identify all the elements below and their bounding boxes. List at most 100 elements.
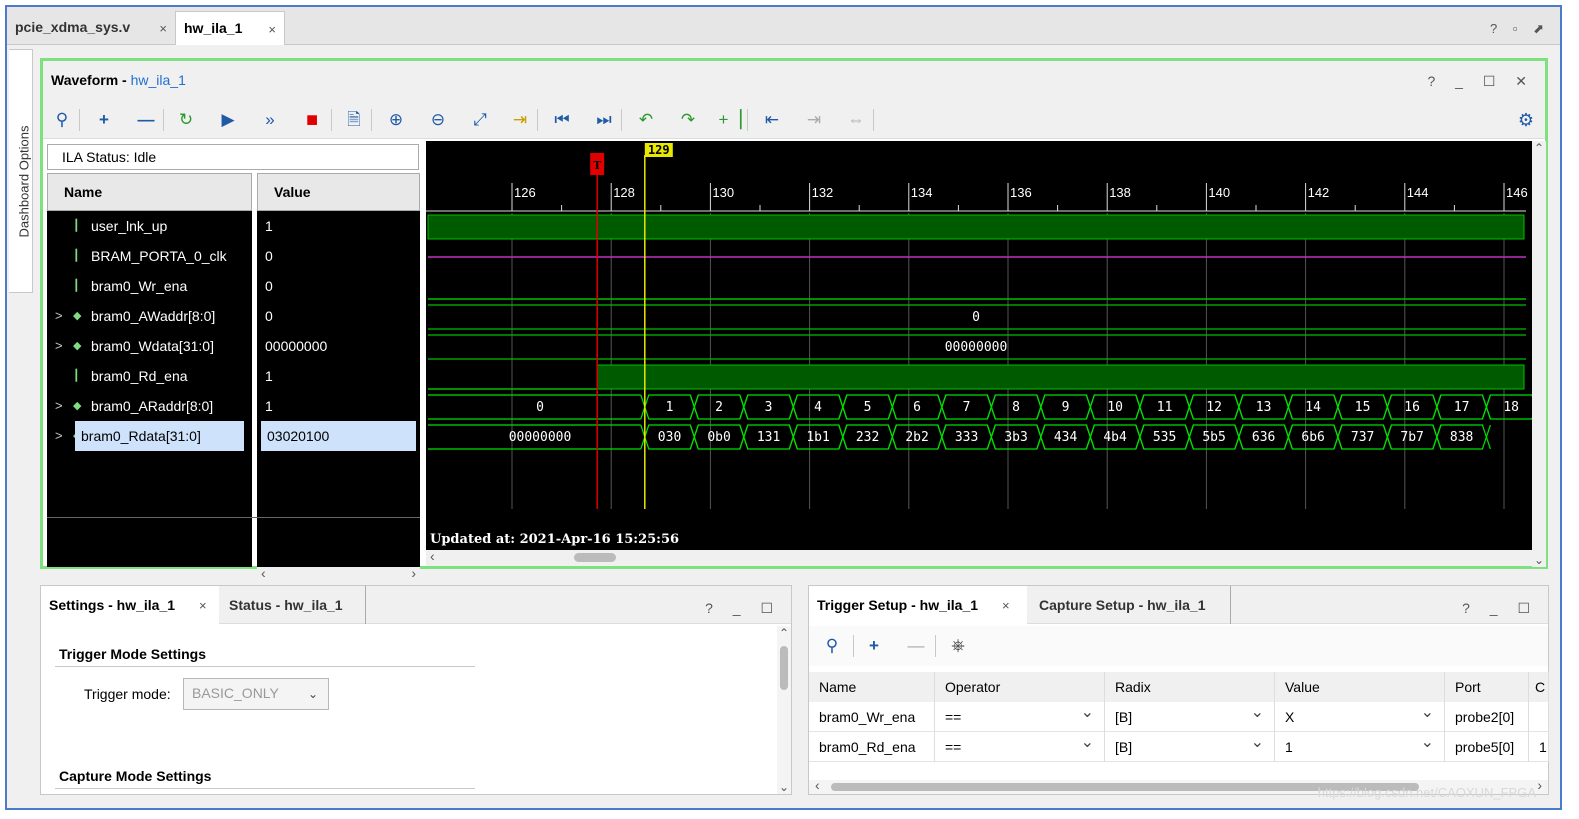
signal-row[interactable]: >◆bram0_Rdata[31:0] [47, 421, 252, 451]
scroll-thumb[interactable] [574, 553, 616, 562]
close-icon[interactable]: × [268, 22, 276, 37]
expand-arrow-icon[interactable]: > [55, 421, 63, 451]
signal-value-row[interactable]: 0 [257, 241, 420, 271]
signal-name: BRAM_PORTA_0_clk [91, 248, 227, 264]
remove-icon[interactable]: — [903, 633, 929, 659]
add-icon[interactable]: + [91, 107, 117, 133]
scroll-right-icon[interactable]: › [1537, 777, 1542, 793]
signal-value-row[interactable]: 0 [257, 271, 420, 301]
signal-row[interactable]: ┃ bram0_Rd_ena [47, 361, 252, 391]
prev-transition-icon[interactable]: ↶ [633, 107, 659, 133]
signal-value-row[interactable]: 1 [257, 211, 420, 241]
trigger-row[interactable]: bram0_Wr_ena == ⌄ [B] ⌄ X ⌄ probe2[0] [809, 702, 1549, 732]
auto-rerun-icon[interactable]: ↻ [173, 107, 199, 133]
signal-value-row[interactable]: 1 [257, 361, 420, 391]
tab-status[interactable]: Status - hw_ila_1 [221, 586, 366, 624]
panel-controls[interactable]: ? _ ☐ [1462, 600, 1538, 617]
remove-icon[interactable]: — [133, 107, 159, 133]
signal-row[interactable]: ┃ BRAM_PORTA_0_clk [47, 241, 252, 271]
col-value[interactable]: Value [1275, 672, 1445, 702]
condition-icon[interactable]: ⎈ [945, 633, 971, 659]
gear-icon[interactable]: ⚙ [1513, 107, 1539, 133]
value-column-header[interactable]: Value [257, 173, 420, 211]
scroll-left-icon[interactable]: ‹ [815, 777, 820, 793]
value-hscrollbar[interactable]: ‹ › [257, 565, 420, 583]
trigger-operator-cell[interactable]: == ⌄ [935, 732, 1105, 762]
tab-settings[interactable]: Settings - hw_ila_1 × [41, 586, 219, 624]
scroll-down-icon[interactable]: ⌄ [779, 780, 789, 794]
dashboard-options-tab[interactable]: Dashboard Options [9, 49, 33, 293]
signal-value-row[interactable]: 0 [257, 301, 420, 331]
trigger-radix-cell[interactable]: [B] ⌄ [1105, 732, 1275, 762]
signal-row[interactable]: ┃ user_lnk_up [47, 211, 252, 241]
signal-row[interactable]: > ◆ bram0_Wdata[31:0] [47, 331, 252, 361]
trigger-mode-select[interactable]: BASIC_ONLY ⌄ [183, 678, 329, 710]
waveform-vscrollbar[interactable]: ⌃ ⌄ [1532, 141, 1546, 567]
expand-arrow-icon[interactable]: > [55, 301, 63, 331]
stop-icon[interactable]: ■ [299, 107, 325, 133]
editor-tab-bar: pcie_xdma_sys.v × hw_ila_1 × ? ▫ ⬈ [7, 7, 1560, 45]
waveform-plot[interactable]: 126 128 130 132 134 136 138 140 142 144 146 0 000000… [426, 141, 1541, 550]
close-icon[interactable]: × [1002, 598, 1010, 613]
expand-arrow-icon[interactable]: > [55, 331, 63, 361]
panel-controls[interactable]: ? _ ☐ [705, 600, 781, 617]
col-port[interactable]: Port [1445, 672, 1529, 702]
search-icon[interactable]: ⚲ [819, 633, 845, 659]
swap-cursors-icon[interactable]: ⇔ [843, 107, 869, 133]
signal-value-row[interactable]: 1 [257, 391, 420, 421]
signal-value-row[interactable]: 00000000 [257, 331, 420, 361]
signal-row[interactable]: ┃ bram0_Wr_ena [47, 271, 252, 301]
close-icon[interactable]: × [159, 21, 167, 36]
close-icon[interactable]: × [199, 598, 207, 613]
waveform-canvas[interactable]: 126 128 130 132 134 136 138 140 142 144 1460000000… [426, 141, 1541, 550]
trigger-radix-cell[interactable]: [B] ⌄ [1105, 702, 1275, 732]
zoom-fit-icon[interactable]: ⤢ [467, 107, 493, 133]
run-immediate-icon[interactable]: » [257, 107, 283, 133]
add-marker-icon[interactable]: +▕ [717, 107, 743, 133]
zoom-in-icon[interactable]: ⊕ [383, 107, 409, 133]
scroll-up-icon[interactable]: ⌃ [779, 626, 789, 640]
tab-capture-setup[interactable]: Capture Setup - hw_ila_1 [1031, 586, 1231, 624]
tab-pcie-xdma-sys[interactable]: pcie_xdma_sys.v × [7, 11, 175, 45]
col-name[interactable]: Name [809, 672, 935, 702]
goto-end-icon[interactable]: ⏭ [591, 107, 617, 133]
search-icon[interactable]: ⚲ [49, 107, 75, 133]
col-extra[interactable]: C [1529, 672, 1549, 702]
scroll-down-icon[interactable]: ⌄ [1534, 553, 1544, 567]
waveform-hscrollbar[interactable]: ‹ [426, 548, 1532, 566]
goto-cursor-icon[interactable]: ⇥ [507, 107, 533, 133]
scroll-up-icon[interactable]: ⌃ [1534, 141, 1544, 155]
next-transition-icon[interactable]: ↷ [675, 107, 701, 133]
waveform-title-link[interactable]: hw_ila_1 [131, 72, 186, 88]
signal-row[interactable]: > ◆ bram0_ARaddr[8:0] [47, 391, 252, 421]
tick-label: 136 [1010, 185, 1032, 200]
run-trigger-icon[interactable]: ▶ [215, 107, 241, 133]
scroll-right-icon[interactable]: › [411, 565, 416, 581]
scroll-left-icon[interactable]: ‹ [261, 565, 266, 581]
waveform-window-controls[interactable]: ? _ ☐ ✕ [1427, 73, 1535, 90]
trigger-row[interactable]: bram0_Rd_ena == ⌄ [B] ⌄ 1 ⌄ probe5[0] 1 [809, 732, 1549, 762]
tab-hw-ila-1[interactable]: hw_ila_1 × [175, 11, 285, 45]
signal-value-row[interactable]: 03020100 [257, 421, 420, 451]
prev-marker-icon[interactable]: ⇤ [759, 107, 785, 133]
trigger-value-cell[interactable]: X ⌄ [1275, 702, 1445, 732]
window-controls[interactable]: ? ▫ ⬈ [1490, 21, 1550, 37]
trigger-operator-cell[interactable]: == ⌄ [935, 702, 1105, 732]
settings-vscrollbar[interactable]: ⌃ ⌄ [777, 626, 791, 794]
scroll-thumb[interactable] [780, 646, 788, 690]
next-marker-icon[interactable]: ⇥ [801, 107, 827, 133]
col-operator[interactable]: Operator [935, 672, 1105, 702]
export-icon[interactable]: 🗎 [341, 107, 367, 133]
scroll-left-icon[interactable]: ‹ [430, 548, 435, 564]
zoom-out-icon[interactable]: ⊖ [425, 107, 451, 133]
col-radix[interactable]: Radix [1105, 672, 1275, 702]
signal-row[interactable]: > ◆ bram0_AWaddr[8:0] [47, 301, 252, 331]
add-icon[interactable]: + [861, 633, 887, 659]
tab-trigger-setup[interactable]: Trigger Setup - hw_ila_1 × [809, 586, 1027, 624]
expand-arrow-icon[interactable]: > [55, 391, 63, 421]
signal-value: 03020100 [261, 421, 416, 451]
name-column-header[interactable]: Name [47, 173, 252, 211]
goto-start-icon[interactable]: ⏮ [549, 107, 575, 133]
signal-name: bram0_Wr_ena [91, 278, 188, 294]
trigger-value-cell[interactable]: 1 ⌄ [1275, 732, 1445, 762]
